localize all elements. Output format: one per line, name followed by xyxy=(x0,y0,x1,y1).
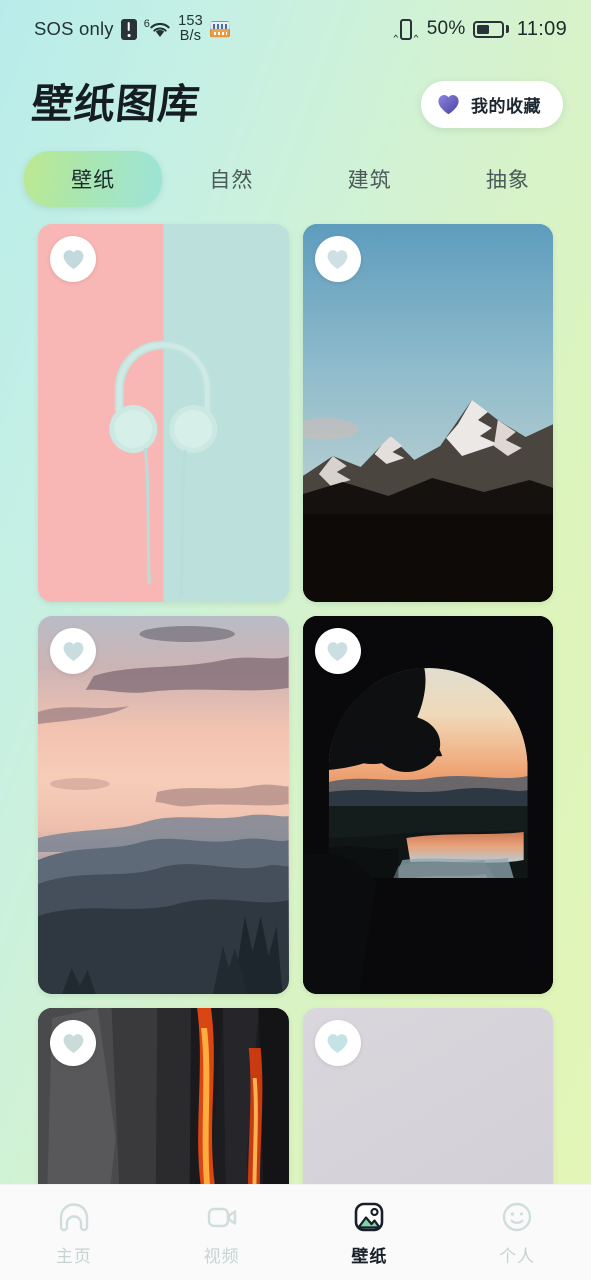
app-badge-icon xyxy=(209,20,230,38)
wallpaper-grid xyxy=(0,206,591,1280)
page-header: 壁纸图库 我的收藏 xyxy=(0,58,591,132)
heart-icon xyxy=(327,249,348,269)
alert-badge-icon xyxy=(120,18,137,40)
tab-abstract[interactable]: 抽象 xyxy=(439,151,577,207)
nav-label-wallpaper: 壁纸 xyxy=(351,1247,388,1266)
video-camera-icon xyxy=(207,1207,236,1228)
my-favorites-button[interactable]: 我的收藏 xyxy=(421,80,563,128)
image-icon xyxy=(355,1202,384,1232)
favorite-toggle[interactable] xyxy=(314,628,361,674)
status-bar-left: SOS only 6 153 B/s xyxy=(34,14,230,44)
heart-icon xyxy=(327,641,348,661)
tab-architecture[interactable]: 建筑 xyxy=(301,151,439,207)
nav-label-profile: 个人 xyxy=(499,1247,536,1266)
wallpaper-card-headphones[interactable] xyxy=(38,224,289,602)
heart-icon xyxy=(438,94,459,114)
status-bar-right: ‸ ‸ 50% 11:09 xyxy=(393,18,567,41)
wifi-glyph xyxy=(150,22,170,38)
tab-wallpaper[interactable]: 壁纸 xyxy=(24,151,163,207)
smiley-face-icon xyxy=(502,1202,532,1232)
wifi-icon: 6 xyxy=(144,19,171,39)
wallpaper-card-sunset-ridge[interactable] xyxy=(38,616,289,994)
home-icon xyxy=(59,1203,89,1232)
nav-item-video[interactable]: 视频 xyxy=(148,1198,296,1267)
category-tabs: 壁纸 自然 建筑 抽象 xyxy=(0,132,591,207)
nav-item-wallpaper[interactable]: 壁纸 xyxy=(296,1198,444,1267)
clock-label: 11:09 xyxy=(516,17,567,40)
battery-percent-label: 50% xyxy=(426,18,466,39)
battery-fill xyxy=(477,24,489,34)
heart-icon xyxy=(327,1033,348,1053)
bottom-navigation: 主页 视频 壁纸 个人 xyxy=(0,1184,591,1280)
wallpaper-card-tunnel[interactable] xyxy=(302,616,553,994)
favorite-toggle[interactable] xyxy=(50,628,96,674)
nav-item-home[interactable]: 主页 xyxy=(0,1198,148,1267)
network-speed-value: 153 xyxy=(178,13,203,30)
page-title: 壁纸图库 xyxy=(29,79,203,128)
favorite-toggle[interactable] xyxy=(50,1020,96,1066)
heart-icon xyxy=(63,641,83,661)
nav-label-video: 视频 xyxy=(203,1247,240,1266)
favorite-toggle[interactable] xyxy=(50,236,96,282)
nav-item-profile[interactable]: 个人 xyxy=(443,1198,591,1267)
network-speed: 153 B/s xyxy=(178,14,203,44)
app-screen: SOS only 6 153 B/s ‸ ‸ 50% 11:09 壁纸图库 我的… xyxy=(0,0,591,1280)
status-bar: SOS only 6 153 B/s ‸ ‸ 50% 11:09 xyxy=(0,0,591,58)
tab-nature[interactable]: 自然 xyxy=(162,151,300,207)
favorite-toggle[interactable] xyxy=(314,236,361,282)
battery-icon xyxy=(473,20,509,38)
nav-label-home: 主页 xyxy=(55,1247,92,1266)
heart-icon xyxy=(63,1033,83,1053)
network-speed-unit: B/s xyxy=(179,28,202,44)
heart-icon xyxy=(63,249,83,269)
my-favorites-label: 我的收藏 xyxy=(471,96,541,116)
favorite-toggle[interactable] xyxy=(314,1020,361,1066)
carrier-label: SOS only xyxy=(34,18,114,39)
vibrate-icon: ‸ ‸ xyxy=(393,18,419,40)
wallpaper-card-mountain[interactable] xyxy=(302,224,553,602)
